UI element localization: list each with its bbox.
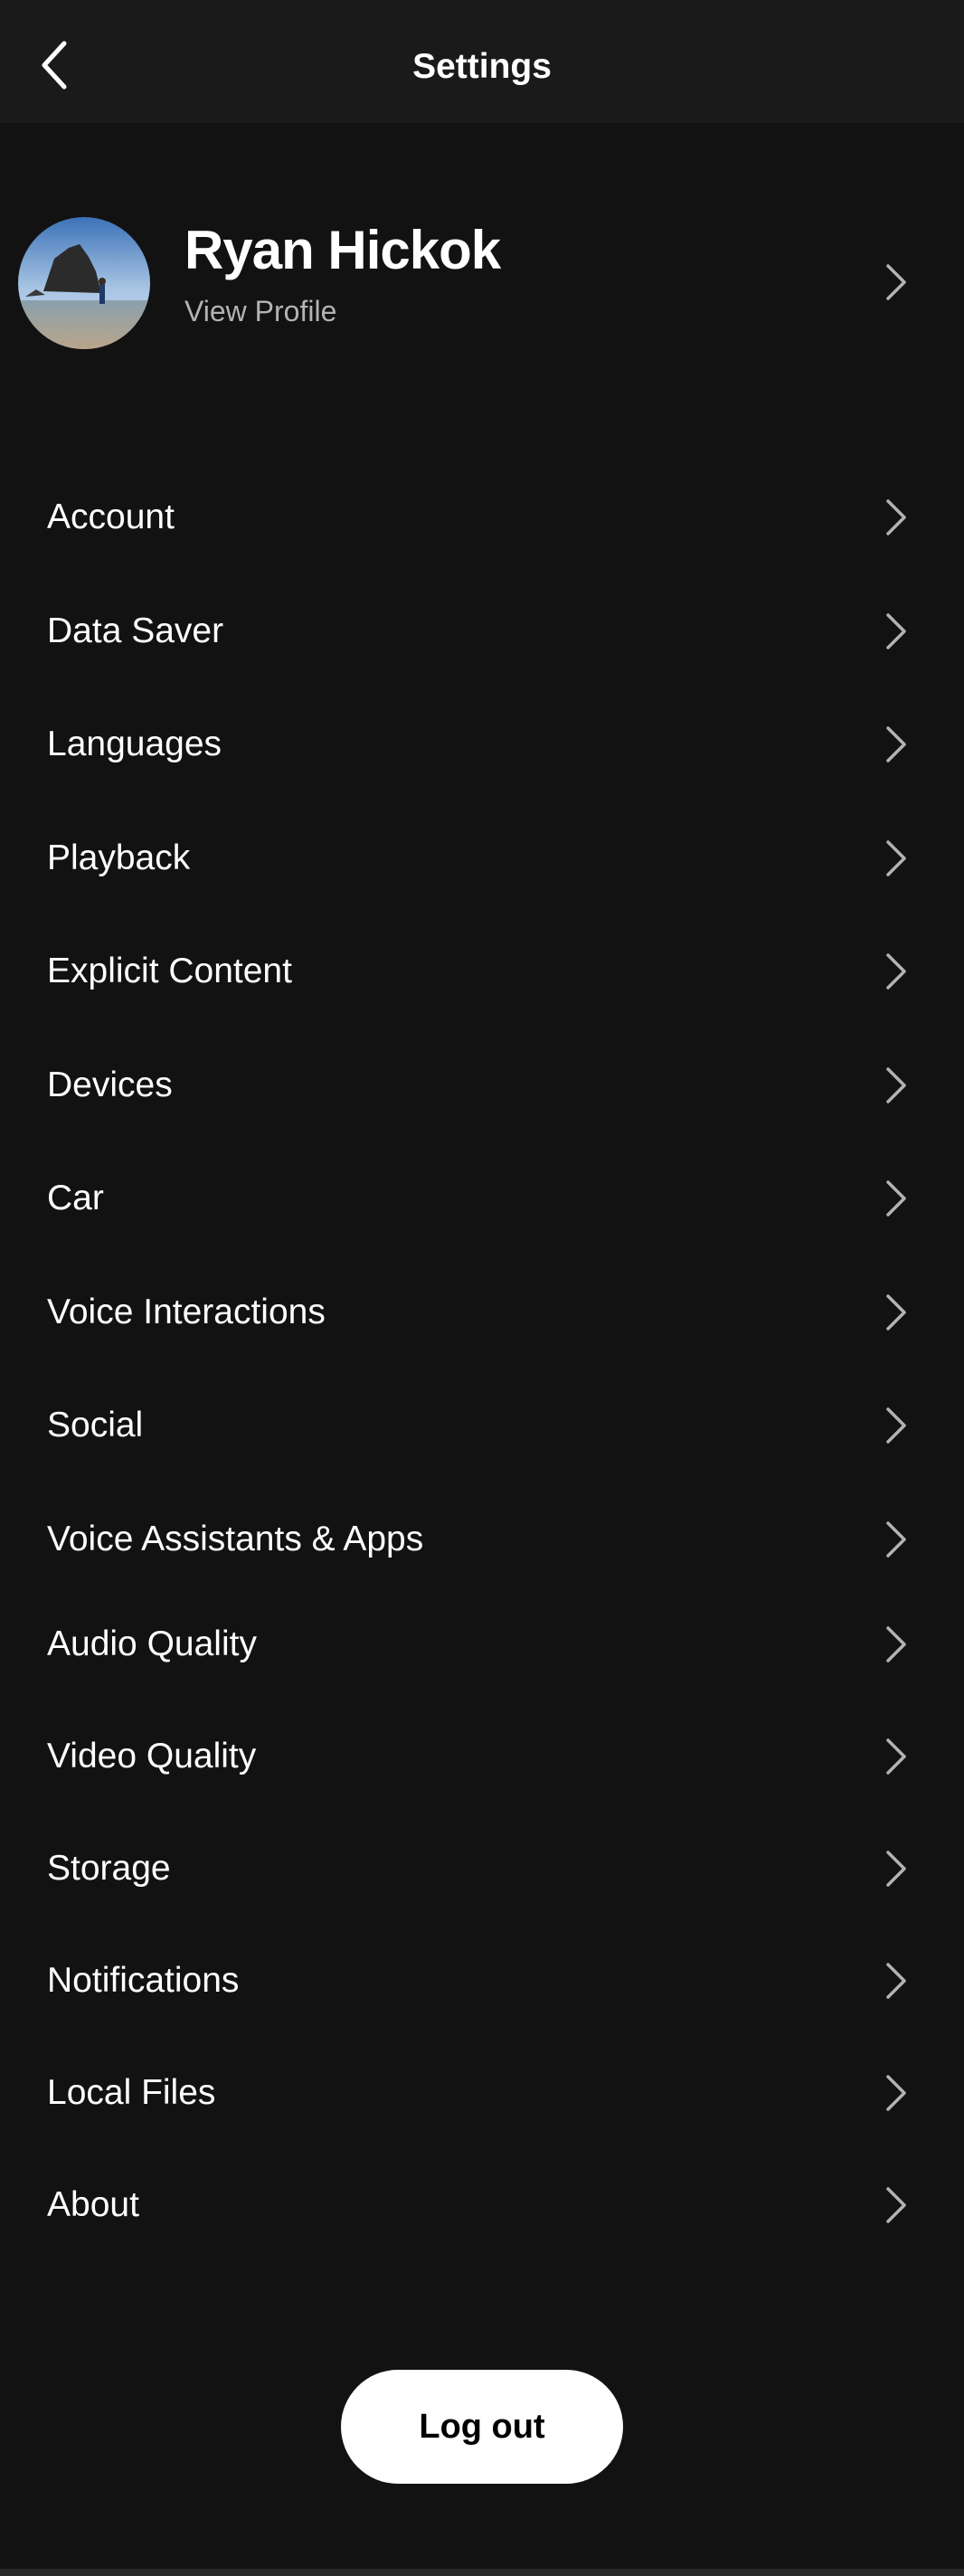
menu-item-label: Notifications [47, 1961, 240, 2000]
menu-item-voice-interactions[interactable]: Voice Interactions [0, 1267, 964, 1358]
menu-item-audio-quality[interactable]: Audio Quality [0, 1599, 964, 1690]
menu-item-playback[interactable]: Playback [0, 813, 964, 904]
menu-item-video-quality[interactable]: Video Quality [0, 1711, 964, 1802]
menu-item-languages[interactable]: Languages [0, 699, 964, 790]
chevron-right-icon [886, 953, 906, 990]
menu-item-local-files[interactable]: Local Files [0, 2048, 964, 2138]
menu-item-about[interactable]: About [0, 2160, 964, 2250]
chevron-right-icon [886, 1963, 906, 1999]
chevron-right-icon [886, 1407, 906, 1444]
chevron-right-icon [886, 264, 906, 300]
menu-item-account[interactable]: Account [0, 472, 964, 563]
chevron-right-icon [886, 613, 906, 649]
chevron-right-icon [886, 2187, 906, 2223]
menu-item-social[interactable]: Social [0, 1380, 964, 1471]
logout-button[interactable]: Log out [341, 2370, 623, 2484]
chevron-right-icon [886, 1626, 906, 1662]
chevron-right-icon [886, 840, 906, 876]
chevron-right-icon [886, 1180, 906, 1217]
chevron-right-icon [886, 726, 906, 762]
menu-item-label: Storage [47, 1849, 171, 1888]
menu-item-label: Voice Assistants & Apps [47, 1520, 424, 1558]
profile-name: Ryan Hickok [184, 220, 501, 280]
menu-item-label: Data Saver [47, 611, 224, 650]
chevron-right-icon [886, 1294, 906, 1331]
menu-item-car[interactable]: Car [0, 1153, 964, 1244]
menu-item-label: Local Files [47, 2073, 216, 2112]
menu-item-label: About [47, 2185, 139, 2224]
chevron-right-icon [886, 1067, 906, 1103]
menu-item-devices[interactable]: Devices [0, 1040, 964, 1131]
view-profile-link[interactable]: View Profile [184, 293, 336, 329]
menu-item-label: Audio Quality [47, 1624, 257, 1663]
chevron-right-icon [886, 2075, 906, 2111]
chevron-right-icon [886, 1521, 906, 1558]
menu-item-label: Video Quality [47, 1737, 257, 1776]
bottom-edge-bar [0, 2569, 964, 2576]
menu-item-label: Car [47, 1179, 104, 1217]
menu-item-explicit-content[interactable]: Explicit Content [0, 926, 964, 1017]
menu-item-notifications[interactable]: Notifications [0, 1936, 964, 2026]
menu-item-label: Voice Interactions [47, 1293, 326, 1331]
menu-item-label: Explicit Content [47, 952, 292, 990]
page-title: Settings [412, 47, 552, 86]
menu-item-label: Social [47, 1406, 144, 1444]
menu-item-voice-assistants[interactable]: Voice Assistants & Apps [0, 1494, 964, 1585]
menu-item-storage[interactable]: Storage [0, 1823, 964, 1914]
menu-item-label: Languages [47, 724, 222, 763]
chevron-right-icon [886, 1851, 906, 1887]
profile-row[interactable]: Ryan Hickok View Profile [0, 206, 964, 355]
menu-item-data-saver[interactable]: Data Saver [0, 586, 964, 677]
menu-item-label: Account [47, 497, 175, 536]
chevron-right-icon [886, 1738, 906, 1775]
top-bar: Settings [0, 0, 964, 123]
menu-item-label: Devices [47, 1065, 173, 1104]
avatar [18, 217, 150, 349]
chevron-right-icon [886, 499, 906, 535]
menu-item-label: Playback [47, 838, 191, 877]
